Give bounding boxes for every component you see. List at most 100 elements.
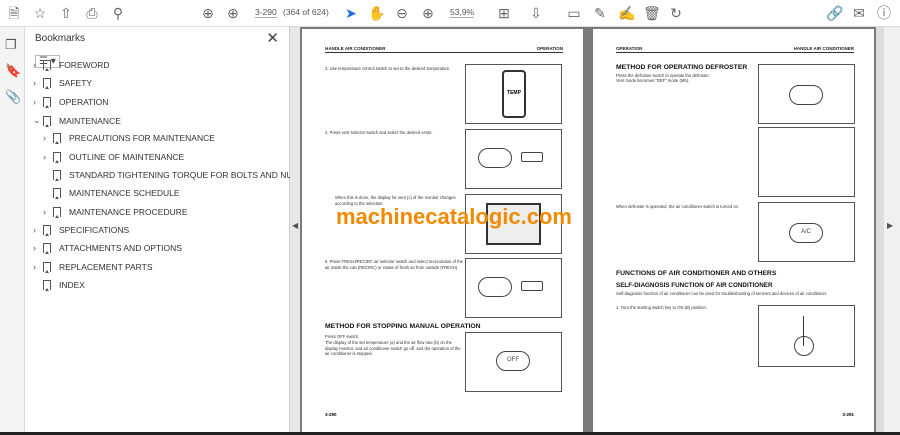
- bookmark-item[interactable]: › MAINTENANCE PROCEDURE: [43, 207, 188, 218]
- pen-icon[interactable]: ✎: [592, 5, 608, 21]
- temp-label: TEMP: [502, 70, 526, 118]
- bookmark-icon: [53, 188, 61, 199]
- page-header: OPERATION: [536, 46, 563, 51]
- bookmark-icon: [43, 60, 51, 71]
- share-link-icon[interactable]: 🔗: [826, 5, 843, 21]
- bookmark-icon: [43, 280, 51, 291]
- bookmark-item[interactable]: › SPECIFICATIONS: [33, 225, 130, 236]
- print-icon[interactable]: ⎙: [84, 5, 100, 21]
- defroster-airflow-figure: [758, 127, 855, 197]
- bookmark-label: REPLACEMENT PARTS: [59, 262, 153, 272]
- bookmark-item[interactable]: › OPERATION: [33, 97, 109, 108]
- chevron-right-icon[interactable]: ›: [43, 207, 53, 217]
- zoom-in-icon[interactable]: ⊕: [420, 5, 436, 21]
- bookmark-label: MAINTENANCE PROCEDURE: [69, 207, 188, 217]
- chevron-right-icon[interactable]: ›: [33, 243, 43, 253]
- zoom-level-select[interactable]: 53,9%: [450, 7, 475, 18]
- bookmark-item[interactable]: › PRECAUTIONS FOR MAINTENANCE: [43, 133, 215, 144]
- text: Self-diagnosis function of air condition…: [616, 291, 828, 296]
- chevron-right-icon[interactable]: ›: [43, 133, 53, 143]
- select-cursor-icon[interactable]: ➤: [343, 5, 359, 21]
- bookmark-item[interactable]: MAINTENANCE SCHEDULE: [43, 188, 180, 199]
- bookmark-icon: [43, 97, 51, 108]
- text: When defroster is operated, the air cond…: [616, 204, 740, 209]
- panel-splitter[interactable]: ◀: [290, 27, 300, 432]
- bookmarks-title: Bookmarks: [35, 33, 86, 44]
- bookmark-label: FOREWORD: [59, 60, 110, 70]
- off-switch-figure: OFF: [465, 332, 562, 392]
- text: 1. Turn the starting switch key to ON (B…: [616, 305, 707, 310]
- text: 4. Press vent selector switch and select…: [325, 130, 433, 135]
- bookmark-icon: [53, 207, 61, 218]
- bookmarks-icon[interactable]: 🔖: [5, 63, 21, 79]
- chevron-right-icon[interactable]: ›: [33, 97, 43, 107]
- text: Vent mode becomes "DEF" mode (M5).: [616, 78, 690, 83]
- text: Press OFF switch.: [325, 334, 360, 339]
- bookmark-item[interactable]: STANDARD TIGHTENING TORQUE FOR BOLTS AND…: [43, 170, 304, 181]
- next-page-icon[interactable]: ⊕: [225, 5, 241, 21]
- sign-icon[interactable]: ✍: [618, 5, 635, 21]
- bookmark-icon: [43, 225, 51, 236]
- bookmark-label: STANDARD TIGHTENING TORQUE FOR BOLTS AND…: [69, 170, 304, 180]
- bookmark-icon: [43, 243, 51, 254]
- rotate-icon[interactable]: ↻: [668, 5, 684, 21]
- bookmark-item[interactable]: › REPLACEMENT PARTS: [33, 262, 153, 273]
- delete-icon[interactable]: 🗑: [643, 5, 661, 21]
- bookmark-item[interactable]: › OUTLINE OF MAINTENANCE: [43, 152, 184, 163]
- temp-switch-figure: TEMP: [465, 64, 562, 124]
- bookmark-icon: [43, 115, 51, 127]
- text: 5. Press FRESH/RECIRC air selector switc…: [325, 259, 464, 270]
- bookmark-label: MAINTENANCE SCHEDULE: [69, 188, 180, 198]
- chevron-right-icon[interactable]: ›: [33, 225, 43, 235]
- hand-tool-icon[interactable]: ✋: [368, 5, 385, 21]
- section-heading: METHOD FOR OPERATING DEFROSTER: [616, 64, 748, 71]
- previous-page-icon[interactable]: ⊕: [200, 5, 216, 21]
- bookmark-icon: [43, 78, 51, 89]
- section-heading: METHOD FOR STOPPING MANUAL OPERATION: [325, 323, 481, 330]
- bookmark-label: SPECIFICATIONS: [59, 225, 130, 235]
- collapse-left-icon[interactable]: ◀: [292, 221, 298, 230]
- ac-switch-figure: A/C: [758, 202, 855, 262]
- bookmark-item[interactable]: › FOREWORD: [33, 60, 110, 71]
- account-icon[interactable]: ⓘ: [876, 5, 892, 21]
- upload-cloud-icon[interactable]: ⇧: [58, 5, 74, 21]
- text: 3. Use temperature control switch to set…: [325, 66, 451, 71]
- page-number-input[interactable]: 3-290: [255, 7, 277, 18]
- chevron-down-icon[interactable]: ⌄: [33, 115, 43, 126]
- chevron-right-icon[interactable]: ›: [33, 60, 43, 70]
- page-header: HANDLE AIR CONDITIONER: [793, 46, 854, 51]
- expand-right-icon[interactable]: ▶: [887, 221, 893, 230]
- ac-label: A/C: [789, 223, 823, 243]
- close-icon[interactable]: ✕: [266, 29, 279, 47]
- email-icon[interactable]: ✉: [851, 5, 867, 21]
- key-switch-figure: [758, 305, 855, 367]
- fresh-recirc-figure: [465, 258, 562, 318]
- scroll-mode-icon[interactable]: ⇩: [528, 5, 544, 21]
- page-count: (364 of 624): [283, 7, 329, 17]
- bookmark-item[interactable]: › ATTACHMENTS AND OPTIONS: [33, 243, 182, 254]
- zoom-out-icon[interactable]: ⊖: [394, 5, 410, 21]
- side-icon-strip: ❐ 🔖 📎: [0, 27, 25, 432]
- comment-icon[interactable]: ▭: [566, 5, 582, 21]
- bookmark-item[interactable]: › SAFETY: [33, 78, 93, 89]
- chevron-right-icon[interactable]: ›: [33, 78, 43, 88]
- bookmark-star-icon[interactable]: ☆: [32, 5, 48, 21]
- watermark: machinecatalogic.com: [336, 204, 572, 229]
- attachment-icon[interactable]: 📎: [5, 89, 21, 105]
- save-icon[interactable]: 🗎: [6, 5, 22, 21]
- chevron-right-icon[interactable]: ›: [43, 152, 53, 162]
- text: The display of the set temperature (a) a…: [325, 340, 461, 356]
- bookmark-label: MAINTENANCE: [59, 115, 121, 126]
- section-heading: FUNCTIONS OF AIR CONDITIONER AND OTHERS: [616, 270, 777, 277]
- vertical-scrollbar[interactable]: ▶: [876, 27, 900, 432]
- pages-icon[interactable]: ❐: [5, 37, 17, 53]
- bookmark-item[interactable]: INDEX: [33, 280, 85, 291]
- bookmark-label: SAFETY: [59, 78, 93, 88]
- bookmarks-panel: Bookmarks ✕ ☰ ▾ › FOREWORD › SAFETY › OPERATI…: [25, 27, 303, 432]
- bookmark-label: OPERATION: [59, 97, 109, 107]
- bookmark-item[interactable]: ⌄ MAINTENANCE: [33, 115, 121, 127]
- bookmark-icon: [53, 152, 61, 163]
- fit-page-icon[interactable]: ⊞: [496, 5, 512, 21]
- chevron-right-icon[interactable]: ›: [33, 262, 43, 272]
- search-icon[interactable]: ⚲: [110, 5, 126, 21]
